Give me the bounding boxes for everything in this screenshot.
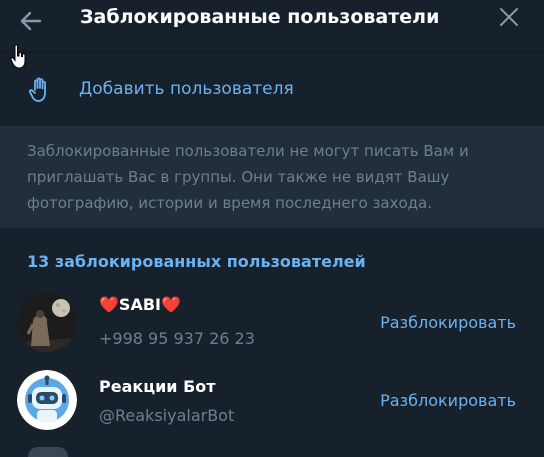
unblock-button[interactable]: Разблокировать bbox=[380, 391, 516, 410]
info-panel: Заблокированные пользователи не могут пи… bbox=[0, 126, 544, 228]
unblock-button[interactable]: Разблокировать bbox=[380, 313, 516, 332]
add-user-label: Добавить пользователя bbox=[79, 79, 294, 99]
avatar bbox=[28, 447, 68, 457]
close-icon bbox=[500, 8, 518, 26]
arrow-left-icon bbox=[20, 11, 42, 31]
hand-icon bbox=[28, 77, 46, 102]
user-name: Реакции Бот bbox=[99, 377, 216, 396]
user-name-text: SABI bbox=[118, 295, 161, 314]
blocked-user-row[interactable]: ❤️SABI❤️ +998 95 937 26 23 Разблокироват… bbox=[0, 290, 544, 360]
header: Заблокированные пользователи bbox=[0, 0, 544, 53]
user-username: @ReaksiyalarBot bbox=[99, 406, 235, 425]
heart-icon: ❤️ bbox=[99, 295, 119, 314]
blocked-user-row[interactable]: Реакции Бот @ReaksiyalarBot Разблокирова… bbox=[0, 368, 544, 438]
add-user-button[interactable]: Добавить пользователя bbox=[0, 64, 544, 116]
user-name: ❤️SABI❤️ bbox=[99, 295, 181, 314]
avatar bbox=[17, 370, 77, 430]
page-title: Заблокированные пользователи bbox=[80, 6, 440, 28]
avatar bbox=[17, 292, 77, 352]
heart-icon: ❤️ bbox=[160, 295, 181, 314]
back-button[interactable] bbox=[14, 4, 48, 38]
user-phone: +998 95 937 26 23 bbox=[99, 329, 255, 348]
info-text: Заблокированные пользователи не могут пи… bbox=[27, 142, 469, 212]
blocked-count-heading: 13 заблокированных пользователей bbox=[27, 252, 366, 271]
close-button[interactable] bbox=[496, 4, 522, 30]
